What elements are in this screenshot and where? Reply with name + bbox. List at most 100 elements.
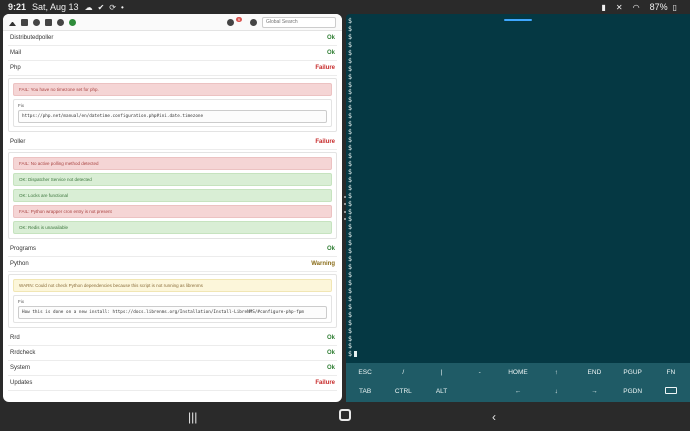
alert-ok: OK: Locks are functional xyxy=(13,189,332,202)
search-input[interactable] xyxy=(262,17,336,28)
status-badge: Ok xyxy=(327,365,335,371)
battery-level: 87% xyxy=(650,2,668,12)
ports-icon[interactable] xyxy=(45,19,52,26)
check-row-rrdcheck[interactable]: Rrdcheck Ok xyxy=(8,346,337,361)
home-icon[interactable] xyxy=(9,19,16,26)
alert-fail: FAIL: Python wrapper cron entry is not p… xyxy=(13,205,332,218)
extra-key[interactable]: | xyxy=(422,369,460,376)
check-label: Python xyxy=(10,261,29,267)
user-icon[interactable] xyxy=(227,19,234,26)
alert-warn: WARN: Could not check Python dependencie… xyxy=(13,279,332,292)
extra-key[interactable]: ↓ xyxy=(537,388,575,395)
extra-key[interactable]: FN xyxy=(652,369,690,376)
status-badge: Failure xyxy=(315,65,335,71)
php-details: FAIL: You have no timezone set for php. … xyxy=(8,78,337,132)
fix-box: Fix How this is done on a new install: h… xyxy=(13,295,332,323)
prompt-symbol: $ xyxy=(348,319,352,327)
terminal-window[interactable]: $$$$$$$$$$$$$$$$$$$$$$$$$$$$$$$$$$$$$$$$… xyxy=(346,14,690,402)
keyboard-toggle-icon[interactable] xyxy=(652,387,690,396)
extra-key[interactable]: PGUP xyxy=(614,369,652,376)
prompt-symbol: $ xyxy=(348,160,352,168)
prompt-symbol: $ xyxy=(348,104,352,112)
check-row-system[interactable]: System Ok xyxy=(8,361,337,376)
home-button-icon[interactable] xyxy=(339,409,351,421)
extra-key[interactable]: PGDN xyxy=(614,388,652,395)
prompt-symbol: $ xyxy=(348,327,352,335)
extra-keys-row-2: TABCTRLALT ←↓→PGDN xyxy=(346,382,690,401)
gear-icon[interactable] xyxy=(250,19,257,26)
extra-key[interactable]: CTRL xyxy=(384,388,422,395)
check-row-programs[interactable]: Programs Ok xyxy=(8,242,337,257)
check-label: Rrd xyxy=(10,335,20,341)
extra-key[interactable]: ← xyxy=(499,388,537,395)
clock: 9:21 xyxy=(8,2,26,12)
alert-ok: OK: Dispatcher Service not detected xyxy=(13,173,332,186)
extra-key[interactable]: ALT xyxy=(422,388,460,395)
fix-label: Fix xyxy=(18,299,327,304)
prompt-symbol: $ xyxy=(348,33,352,41)
alert-fail: FAIL: No active polling method detected xyxy=(13,157,332,170)
extra-key[interactable]: ESC xyxy=(346,369,384,376)
prompt-symbol: $ xyxy=(348,120,352,128)
fix-code[interactable]: https://php.net/manual/en/datetime.confi… xyxy=(18,110,327,123)
check-label: Poller xyxy=(10,139,25,145)
poller-details: FAIL: No active polling method detected … xyxy=(8,152,337,239)
alerts-icon[interactable] xyxy=(69,19,76,26)
extra-key[interactable]: - xyxy=(461,369,499,376)
terminal-cursor xyxy=(354,351,357,357)
prompt-symbol: $ xyxy=(348,192,352,200)
prompt-symbol: $ xyxy=(348,176,352,184)
health-icon[interactable] xyxy=(57,19,64,26)
battery-icon: ▯ xyxy=(673,3,677,12)
check-row-python[interactable]: Python Warning xyxy=(8,257,337,272)
alert-ok: OK: Redis is unavailable xyxy=(13,221,332,234)
extra-keys-bar: ESC/|-HOME↑ENDPGUPFN TABCTRLALT ←↓→PGDN xyxy=(346,363,690,402)
prompt-symbol: $ xyxy=(348,271,352,279)
services-icon[interactable] xyxy=(33,19,40,26)
status-badge: Ok xyxy=(327,350,335,356)
check-row-rrd[interactable]: Rrd Ok xyxy=(8,331,337,346)
extra-key[interactable]: TAB xyxy=(346,388,384,395)
extra-key[interactable]: ↑ xyxy=(537,369,575,376)
dot-icon: • xyxy=(121,3,124,12)
check-label: Programs xyxy=(10,246,36,252)
window-drag-bar[interactable] xyxy=(504,19,532,21)
prompt-symbol: $ xyxy=(348,128,352,136)
extra-key[interactable]: END xyxy=(575,369,613,376)
prompt-symbol: $ xyxy=(348,88,352,96)
extra-key[interactable]: → xyxy=(575,388,613,395)
status-bar: 9:21 Sat, Aug 13 ☁ ✔ ⟳ • ▮ ✕ ◠ 87% ▯ xyxy=(0,0,690,14)
status-badge: Warning xyxy=(311,261,335,267)
prompt-symbol: $ xyxy=(348,112,352,120)
prompt-symbol: $ xyxy=(348,231,352,239)
wifi-icon: ◠ xyxy=(633,3,640,12)
terminal-prompt-line: $ xyxy=(348,351,357,359)
recent-apps-icon[interactable]: ||| xyxy=(188,410,197,424)
check-row-updates[interactable]: Updates Failure xyxy=(8,376,337,391)
extra-key[interactable]: / xyxy=(384,369,422,376)
prompt-symbol: $ xyxy=(348,295,352,303)
check-row-mail[interactable]: Mail Ok xyxy=(8,46,337,61)
prompt-symbol: $ xyxy=(348,208,352,216)
check-row-php[interactable]: Php Failure xyxy=(8,61,337,76)
back-icon[interactable]: ‹ xyxy=(492,410,496,424)
date: Sat, Aug 13 xyxy=(32,2,79,12)
prompt-symbol: $ xyxy=(348,96,352,104)
extra-keys-row-1: ESC/|-HOME↑ENDPGUPFN xyxy=(346,363,690,382)
alert-fail: FAIL: You have no timezone set for php. xyxy=(13,83,332,96)
extra-key[interactable]: HOME xyxy=(499,369,537,376)
prompt-symbol: $ xyxy=(348,81,352,89)
check-row-poller[interactable]: Poller Failure xyxy=(8,135,337,150)
fix-code[interactable]: How this is done on a new install: https… xyxy=(18,306,327,319)
devices-icon[interactable] xyxy=(21,19,28,26)
prompt-symbol: $ xyxy=(348,263,352,271)
check-label: Distributedpoller xyxy=(10,35,53,41)
sync-icon: ⟳ xyxy=(109,3,116,12)
check-row-distributedpoller[interactable]: Distributedpoller Ok xyxy=(8,31,337,46)
notification-badge[interactable]: 9 xyxy=(236,17,242,22)
status-badge: Failure xyxy=(315,380,335,386)
terminal-output[interactable]: $$$$$$$$$$$$$$$$$$$$$$$$$$$$$$$$$$$$$$$$… xyxy=(348,18,357,359)
prompt-symbol: $ xyxy=(348,247,352,255)
fix-label: Fix xyxy=(18,103,327,108)
status-badge: Ok xyxy=(327,335,335,341)
